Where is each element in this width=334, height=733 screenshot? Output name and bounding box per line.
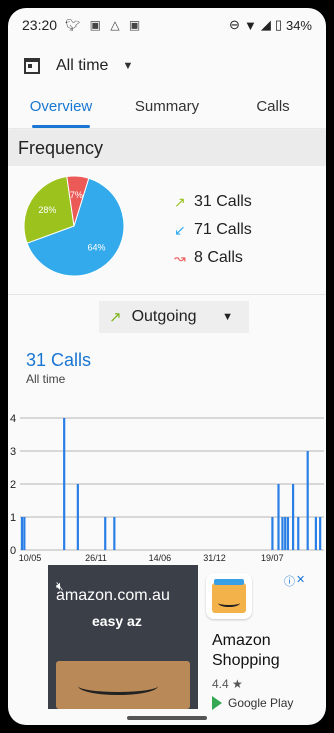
photos-icon: ▣	[89, 18, 104, 32]
status-bar: 23:20 🐦︎ ▣ △ ▣ ⊖ ▼ ◢ ▯ 34%	[8, 8, 326, 42]
x-tick-label: 31/12	[203, 553, 226, 562]
twitter-icon: 🐦︎	[65, 18, 84, 32]
google-play-label: Google Play	[228, 696, 294, 710]
chart-bar	[286, 517, 290, 550]
y-tick-label: 3	[10, 446, 16, 458]
frequency-pie-chart: 64% 28% 7%	[23, 175, 125, 277]
signal-icon: ◢	[260, 17, 271, 32]
frequency-legend: ↗ 31 Calls ↙ 71 Calls ↝ 8 Calls	[174, 188, 252, 272]
incoming-arrow-icon: ↙	[174, 221, 186, 238]
google-play-icon	[212, 696, 222, 710]
y-tick-label: 2	[10, 479, 16, 491]
photos-icon: ▣	[128, 18, 144, 32]
chart-bar	[277, 484, 280, 550]
missed-arrow-icon: ↝	[174, 249, 186, 266]
legend-incoming-text: 71 Calls	[194, 221, 252, 238]
chart-bar	[291, 484, 295, 550]
tab-overview[interactable]: Overview	[8, 88, 114, 128]
chart-bar	[319, 517, 322, 550]
chart-bar	[23, 517, 26, 550]
battery-icon: ▯	[274, 17, 282, 32]
chart-bar	[113, 517, 116, 550]
legend-missed-text: 8 Calls	[194, 249, 243, 266]
y-tick-label: 4	[10, 413, 16, 425]
section-divider	[8, 294, 326, 295]
bag-tape	[214, 579, 244, 585]
x-tick-label: 19/07	[261, 553, 284, 562]
status-time: 23:20	[22, 17, 58, 33]
home-indicator[interactable]	[127, 716, 207, 720]
legend-incoming: ↙ 71 Calls	[174, 216, 252, 244]
ad-domain: amazon.com.au	[56, 587, 170, 604]
tab-bar: Overview Summary Calls	[8, 88, 326, 128]
google-play-badge[interactable]: Google Play	[212, 696, 293, 710]
chart-bar	[104, 517, 107, 550]
y-tick-label: 1	[10, 512, 16, 524]
x-tick-label: 26/11	[85, 553, 107, 562]
wifi-icon: ▼	[243, 17, 257, 33]
pie-slice-label: 7%	[70, 190, 83, 200]
ad-app-name-line2: Shopping	[212, 652, 280, 669]
status-right: ⊖ ▼ ◢ ▯ 34%	[229, 17, 312, 33]
tab-calls[interactable]: Calls	[220, 88, 326, 128]
chart-bar	[314, 517, 317, 550]
legend-missed: ↝ 8 Calls	[174, 244, 252, 272]
chart-bar	[297, 517, 300, 550]
date-range-selector[interactable]: All time ▼	[8, 48, 326, 84]
ad-image[interactable]: 🔇︎ amazon.com.au easy az	[48, 565, 198, 709]
amazon-smile-logo	[78, 677, 158, 695]
battery-percent: 34%	[285, 17, 312, 33]
pie-slice-label: 64%	[87, 242, 105, 252]
ad-rating: 4.4 ★	[212, 677, 243, 691]
frequency-header: Frequency	[8, 130, 326, 166]
dropdown-caret-icon: ▼	[222, 311, 233, 323]
y-tick-label: 0	[10, 545, 16, 557]
pie-slice-label: 28%	[38, 205, 56, 215]
chart-bar	[284, 517, 287, 550]
ad-app-name: Amazon Shopping	[212, 631, 280, 671]
ad-info-icon[interactable]: ⓘ	[284, 573, 295, 589]
ad-app-name-line1: Amazon	[212, 632, 271, 649]
calendar-icon	[24, 58, 40, 74]
call-type-label: Outgoing	[131, 308, 197, 325]
amazon-app-icon[interactable]	[206, 573, 252, 619]
legend-outgoing-text: 31 Calls	[194, 193, 252, 210]
notification-icons: 🐦︎ ▣ △ ▣	[65, 18, 143, 32]
x-tick-label: 14/06	[149, 553, 172, 562]
dnd-icon: ⊖	[229, 17, 240, 32]
ad-close-icon[interactable]: ✕	[296, 573, 305, 586]
legend-outgoing: ↗ 31 Calls	[174, 188, 252, 216]
chart-bar	[63, 418, 66, 550]
call-type-dropdown[interactable]: ↗ Outgoing ▼	[99, 301, 249, 333]
chart-bar	[20, 517, 24, 550]
chart-bar	[271, 517, 274, 550]
x-tick-label: 10/05	[19, 553, 42, 562]
calls-count-title: 31 Calls	[26, 350, 92, 370]
ad-tagline: easy az	[92, 613, 142, 629]
outgoing-arrow-icon: ↗	[109, 309, 122, 326]
chart-bar	[281, 517, 284, 550]
calls-bar-chart: 0 1 2 3 4 10/05 26/11 14/06 31/12 19/07	[10, 413, 324, 562]
date-range-label: All time	[56, 57, 109, 74]
bag-shape	[212, 583, 246, 613]
drive-icon: △	[110, 18, 123, 32]
chart-bar	[306, 451, 309, 550]
dropdown-caret-icon: ▼	[122, 60, 134, 72]
outgoing-arrow-icon: ↗	[174, 193, 186, 210]
bag-smile	[218, 599, 240, 607]
calls-period-subtitle: All time	[26, 372, 66, 386]
phone-screen: 23:20 🐦︎ ▣ △ ▣ ⊖ ▼ ◢ ▯ 34% All time ▼ Ov…	[8, 8, 326, 725]
chart-bar	[76, 484, 79, 550]
ad-banner[interactable]: 🔇︎ amazon.com.au easy az ⓘ ✕ Amazon Shop…	[48, 565, 305, 710]
tab-summary[interactable]: Summary	[114, 88, 220, 128]
